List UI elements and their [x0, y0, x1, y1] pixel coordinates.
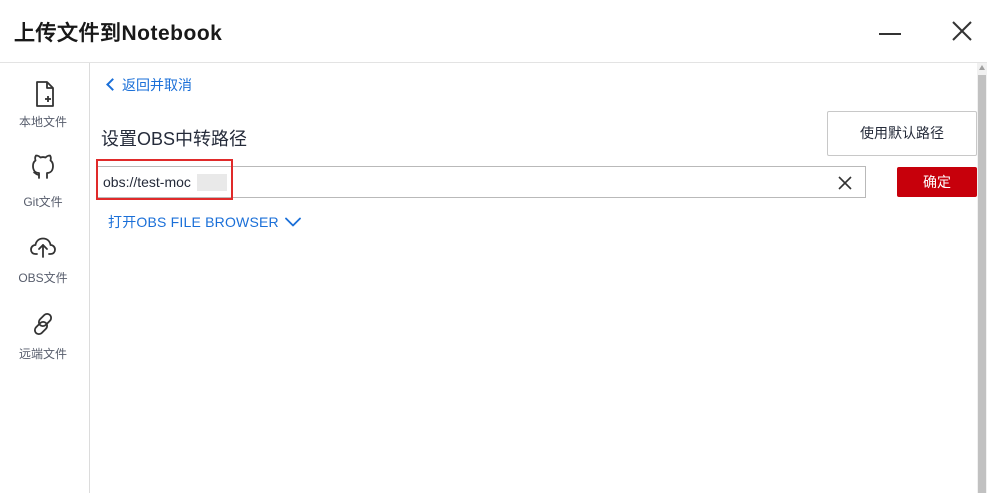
redacted-mask: [197, 174, 227, 191]
cloud-upload-icon: [26, 229, 60, 263]
chevron-left-icon: [106, 78, 119, 91]
sidebar-item-obs-file[interactable]: OBS文件: [0, 229, 90, 297]
confirm-button[interactable]: 确定: [897, 167, 977, 197]
sidebar-item-local-file[interactable]: 本地文件: [0, 77, 90, 145]
obs-browser-link-label: 打开OBS FILE BROWSER: [108, 214, 279, 230]
header-divider: [0, 62, 987, 63]
back-label: 返回并取消: [122, 77, 192, 93]
sidebar-item-label: OBS文件: [18, 271, 68, 285]
sidebar-item-git-file[interactable]: Git文件: [0, 149, 90, 217]
dialog-title: 上传文件到Notebook: [14, 22, 223, 45]
minimize-button[interactable]: [873, 14, 907, 48]
clear-input-button[interactable]: [835, 173, 855, 193]
github-icon: [26, 149, 60, 183]
file-add-icon: [26, 77, 60, 111]
close-button[interactable]: [945, 14, 979, 48]
back-and-cancel-link[interactable]: 返回并取消: [106, 75, 192, 95]
use-default-path-button[interactable]: 使用默认路径: [827, 111, 977, 156]
scroll-thumb[interactable]: [978, 75, 986, 493]
sidebar-item-remote-file[interactable]: 远端文件: [0, 307, 90, 375]
sidebar-item-label: Git文件: [23, 195, 63, 209]
section-title: 设置OBS中转路径: [101, 129, 248, 149]
minimize-icon: [879, 33, 901, 35]
obs-path-field: [96, 166, 866, 198]
chevron-down-icon: [284, 217, 301, 227]
scroll-up-arrow-icon[interactable]: [979, 65, 985, 70]
link-icon: [26, 307, 60, 341]
vertical-scrollbar[interactable]: [977, 63, 987, 493]
sidebar: 本地文件 Git文件 OBS文件 远端文件: [0, 63, 90, 493]
close-icon: [952, 21, 972, 41]
sidebar-item-label: 远端文件: [18, 347, 67, 361]
dialog-header: 上传文件到Notebook: [0, 0, 987, 62]
sidebar-item-label: 本地文件: [18, 115, 67, 129]
upload-dialog: 上传文件到Notebook 本地文件 Git文件 OBS文件 远端文件 返回并取…: [0, 0, 987, 493]
clear-icon: [838, 176, 852, 190]
open-obs-file-browser-link[interactable]: 打开OBS FILE BROWSER: [108, 212, 301, 232]
